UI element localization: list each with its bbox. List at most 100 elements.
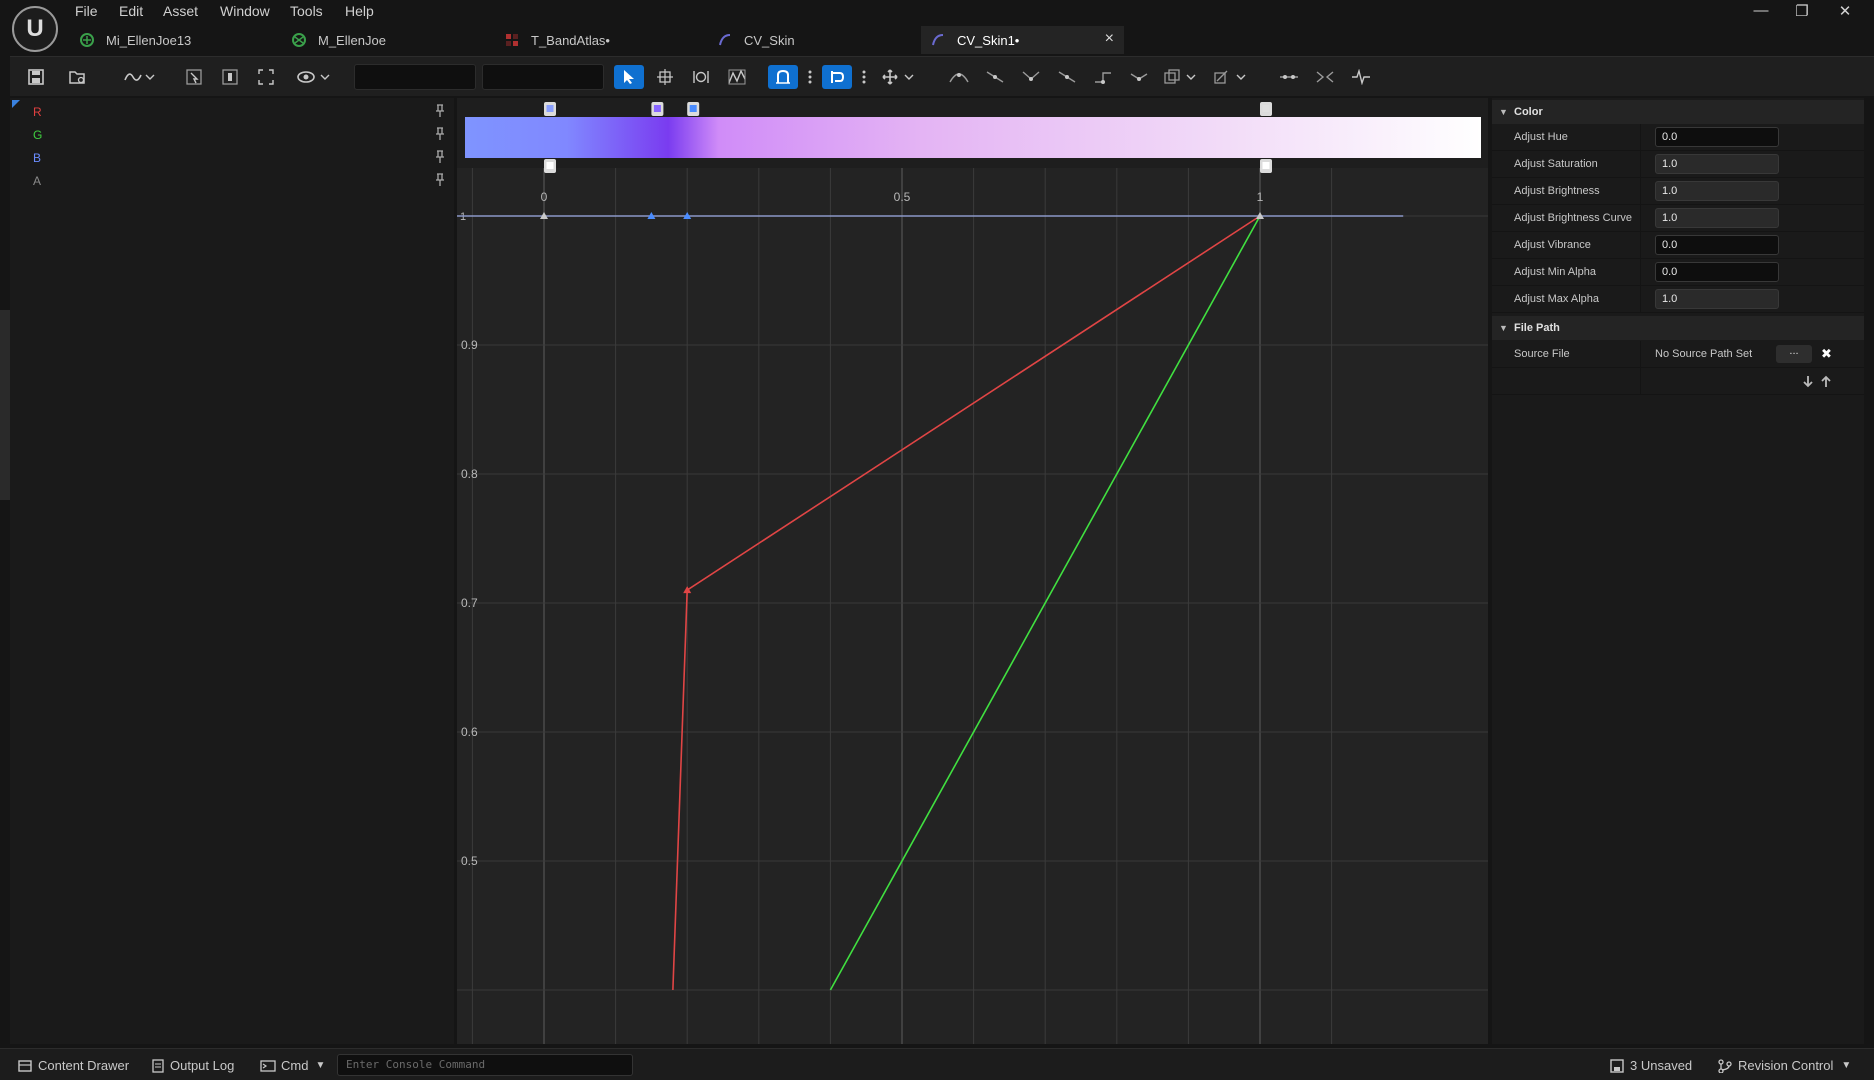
snap-time-icon[interactable] [822,65,852,89]
adjust-hue-input[interactable]: 0.0 [1655,127,1779,147]
material-icon [292,33,306,47]
arrow-up-icon[interactable] [1820,375,1832,388]
adjust-min-alpha-input[interactable]: 0.0 [1655,262,1779,282]
straighten-tangents-icon[interactable] [1274,65,1304,89]
tab-t-bandatlas[interactable]: T_BandAtlas• [495,26,695,54]
curve-key[interactable] [683,586,692,594]
unsaved-label: 3 Unsaved [1630,1058,1693,1073]
multi-select-tool-icon[interactable] [722,65,752,89]
axis-snapping-icon[interactable] [878,65,918,89]
channel-list-panel: R G B A [10,98,454,1044]
tangent-weighted-icon[interactable] [1124,65,1154,89]
adjust-brightness-curve-input[interactable]: 1.0 [1655,208,1779,228]
minimize-button[interactable]: — [1746,2,1776,19]
property-source-file: Source File No Source Path Set ... ✖ [1492,341,1864,368]
time-input[interactable] [354,64,476,90]
menu-help[interactable]: Help [345,3,374,19]
menu-window[interactable]: Window [220,3,270,19]
adjust-saturation-input[interactable]: 1.0 [1655,154,1779,174]
material-instance-icon [80,33,94,47]
menu-file[interactable]: File [75,3,98,19]
gradient-alpha-swatch [1262,162,1270,169]
menu-edit[interactable]: Edit [119,3,143,19]
cmd-dropdown[interactable]: Cmd ▼ [260,1058,325,1073]
select-tool-icon[interactable] [614,65,644,89]
normalize-icon[interactable] [1346,65,1376,89]
snap-value-icon[interactable] [768,65,798,89]
restore-button[interactable]: ❐ [1787,2,1817,20]
curve-filter-icon[interactable] [1210,65,1250,89]
transform-tool-icon[interactable] [650,65,680,89]
adjust-max-alpha-input[interactable]: 1.0 [1655,289,1779,309]
tab-mi-ellenjoe13[interactable]: Mi_EllenJoe13 [70,26,270,54]
color-gradient-bar[interactable] [465,117,1481,158]
property-adjust-saturation: Adjust Saturation 1.0 [1492,151,1864,178]
chevron-down-icon: ▼ [315,1060,326,1071]
pin-icon[interactable] [436,127,444,140]
tab-close-icon[interactable]: × [1105,30,1114,48]
adjust-vibrance-input[interactable]: 0.0 [1655,235,1779,255]
curve-graph-view[interactable]: 0 0.5 1 0.9 0.8 0.7 0.6 0.5 1 [457,98,1488,1044]
break-tangents-icon[interactable] [1310,65,1340,89]
tab-m-ellenjoe[interactable]: M_EllenJoe [282,26,482,54]
tab-cv-skin1[interactable]: CV_Skin1• × [921,26,1124,54]
output-log-button[interactable]: Output Log [152,1058,234,1073]
category-file-path[interactable]: ▼ File Path [1492,316,1864,340]
output-log-icon [152,1058,164,1073]
y-tick-label: 0.5 [461,854,478,868]
frame-selection-icon[interactable] [182,65,206,89]
tab-label: CV_Skin1• [957,32,1020,48]
pin-icon[interactable] [436,104,444,117]
arrow-down-icon[interactable] [1802,375,1814,388]
title-bar: File Edit Asset Window Tools Help — ❐ ✕ [0,0,1874,24]
tab-cv-skin[interactable]: CV_Skin [708,26,908,54]
curve-icon [718,33,732,47]
adjust-brightness-input[interactable]: 1.0 [1655,181,1779,201]
channel-a[interactable]: A [33,174,41,188]
curve-graph-svg[interactable]: 0 0.5 1 0.9 0.8 0.7 0.6 0.5 1 [457,98,1488,1044]
menu-tools[interactable]: Tools [290,3,323,19]
property-adjust-min-alpha: Adjust Min Alpha 0.0 [1492,259,1864,286]
channel-g[interactable]: G [33,128,42,142]
tangent-linear-icon[interactable] [1052,65,1082,89]
channel-r[interactable]: R [33,105,42,119]
channel-b[interactable]: B [33,151,41,165]
source-file-value: No Source Path Set [1655,348,1753,360]
menu-asset[interactable]: Asset [163,3,198,19]
time-snap-options-icon[interactable] [858,65,870,89]
frame-vertical-icon[interactable] [254,65,278,89]
tangent-break-icon[interactable] [1016,65,1046,89]
property-adjust-brightness-curve: Adjust Brightness Curve 1.0 [1492,205,1864,232]
pin-icon[interactable] [436,150,444,163]
value-input[interactable] [482,64,604,90]
category-label: Color [1514,106,1543,118]
gradient-stop-swatch [546,105,554,112]
tangent-constant-icon[interactable] [1088,65,1118,89]
revision-control-button[interactable]: Revision Control ▼ [1718,1058,1851,1073]
frame-horizontal-icon[interactable] [218,65,242,89]
gradient-stop-swatch [653,105,661,112]
content-drawer-button[interactable]: Content Drawer [18,1058,129,1073]
retime-tool-icon[interactable] [686,65,716,89]
clear-path-icon[interactable]: ✖ [1821,346,1832,362]
pin-icon[interactable] [436,173,444,186]
details-panel: ▼ Color Adjust Hue 0.0 Adjust Saturation… [1492,98,1864,1044]
save-icon[interactable] [24,65,48,89]
browse-asset-icon[interactable] [65,65,91,89]
content-drawer-label: Content Drawer [38,1058,130,1073]
close-window-button[interactable]: ✕ [1830,2,1860,20]
property-adjust-brightness: Adjust Brightness 1.0 [1492,178,1864,205]
unreal-logo-icon[interactable]: U [12,6,58,52]
flatten-tangents-icon[interactable] [1160,65,1200,89]
tangent-user-icon[interactable] [980,65,1010,89]
browse-button[interactable]: ... [1776,345,1812,363]
console-command-input[interactable]: Enter Console Command [337,1054,633,1076]
snap-options-icon[interactable] [804,65,816,89]
unsaved-button[interactable]: 3 Unsaved [1610,1058,1692,1073]
property-adjust-vibrance: Adjust Vibrance 0.0 [1492,232,1864,259]
category-color[interactable]: ▼ Color [1492,100,1864,124]
tangent-auto-icon[interactable] [944,65,974,89]
category-label: File Path [1514,322,1560,334]
curve-view-mode-icon[interactable] [120,65,160,89]
visibility-options-icon[interactable] [294,65,334,89]
